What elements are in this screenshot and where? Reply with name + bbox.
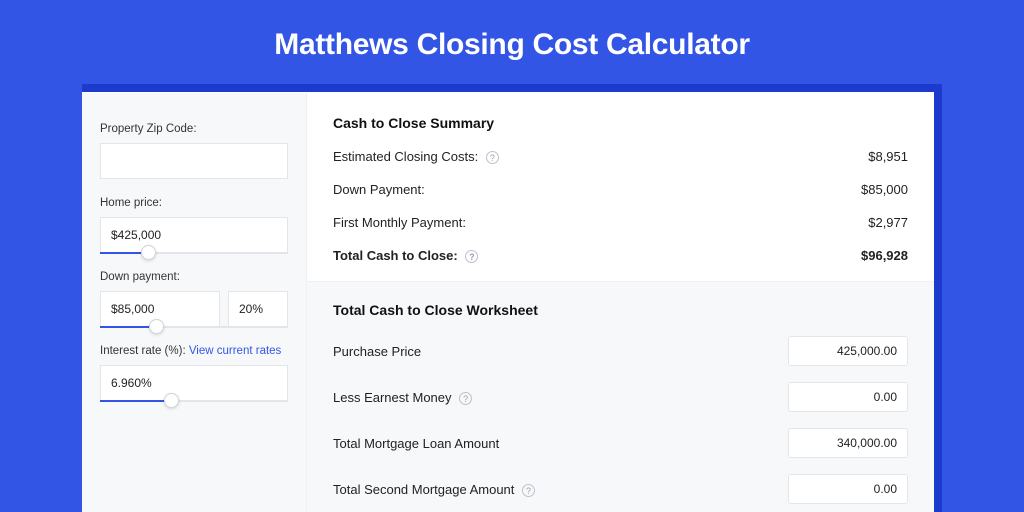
slider-thumb[interactable] <box>141 245 156 260</box>
summary-label: Down Payment: <box>333 182 425 197</box>
ws-input-mortgage[interactable] <box>788 428 908 458</box>
page-title: Matthews Closing Cost Calculator <box>0 0 1024 84</box>
summary-row-down-payment: Down Payment: $85,000 <box>333 182 908 197</box>
summary-row-total: Total Cash to Close: ? $96,928 <box>333 248 908 263</box>
down-payment-pct-input[interactable] <box>228 291 288 327</box>
results-panel: Cash to Close Summary Estimated Closing … <box>307 93 934 512</box>
help-icon[interactable]: ? <box>459 392 472 405</box>
zip-label: Property Zip Code: <box>100 123 288 135</box>
ws-input-earnest[interactable] <box>788 382 908 412</box>
home-price-field: Home price: <box>100 197 288 253</box>
zip-field: Property Zip Code: <box>100 123 288 179</box>
ws-label: Total Mortgage Loan Amount <box>333 436 499 451</box>
ws-label: Total Second Mortgage Amount <box>333 482 514 497</box>
summary-row-closing-costs: Estimated Closing Costs: ? $8,951 <box>333 149 908 164</box>
home-price-input[interactable] <box>100 217 288 253</box>
ws-row-earnest: Less Earnest Money ? <box>333 382 908 412</box>
ws-label: Less Earnest Money <box>333 390 452 405</box>
ws-label: Purchase Price <box>333 344 421 359</box>
help-icon[interactable]: ? <box>522 484 535 497</box>
interest-rate-label: Interest rate (%): View current rates <box>100 345 288 357</box>
slider-thumb[interactable] <box>164 393 179 408</box>
summary-label: First Monthly Payment: <box>333 215 466 230</box>
ws-row-mortgage: Total Mortgage Loan Amount <box>333 428 908 458</box>
down-payment-field: Down payment: <box>100 271 288 327</box>
summary-amount: $8,951 <box>868 149 908 164</box>
inputs-sidebar: Property Zip Code: Home price: Down paym… <box>82 93 307 512</box>
summary-amount: $2,977 <box>868 215 908 230</box>
summary-row-first-monthly: First Monthly Payment: $2,977 <box>333 215 908 230</box>
interest-rate-input[interactable] <box>100 365 288 401</box>
ws-input-second-mortgage[interactable] <box>788 474 908 504</box>
help-icon[interactable]: ? <box>465 250 478 263</box>
interest-rate-field: Interest rate (%): View current rates <box>100 345 288 401</box>
summary-total-amount: $96,928 <box>861 248 908 263</box>
calculator-card: Property Zip Code: Home price: Down paym… <box>82 92 934 512</box>
summary-label: Estimated Closing Costs: <box>333 149 478 164</box>
summary-title: Cash to Close Summary <box>333 115 908 131</box>
ws-input-purchase-price[interactable] <box>788 336 908 366</box>
zip-input[interactable] <box>100 143 288 179</box>
summary-total-label: Total Cash to Close: <box>333 248 458 263</box>
ws-row-second-mortgage: Total Second Mortgage Amount ? <box>333 474 908 504</box>
worksheet-section: Total Cash to Close Worksheet Purchase P… <box>307 281 934 512</box>
summary-amount: $85,000 <box>861 182 908 197</box>
help-icon[interactable]: ? <box>486 151 499 164</box>
home-price-label: Home price: <box>100 197 288 209</box>
card-shadow: Property Zip Code: Home price: Down paym… <box>82 84 942 512</box>
ws-row-purchase-price: Purchase Price <box>333 336 908 366</box>
interest-label-text: Interest rate (%): <box>100 345 189 357</box>
down-payment-label: Down payment: <box>100 271 288 283</box>
slider-thumb[interactable] <box>149 319 164 334</box>
view-rates-link[interactable]: View current rates <box>189 345 281 357</box>
worksheet-title: Total Cash to Close Worksheet <box>333 302 908 318</box>
